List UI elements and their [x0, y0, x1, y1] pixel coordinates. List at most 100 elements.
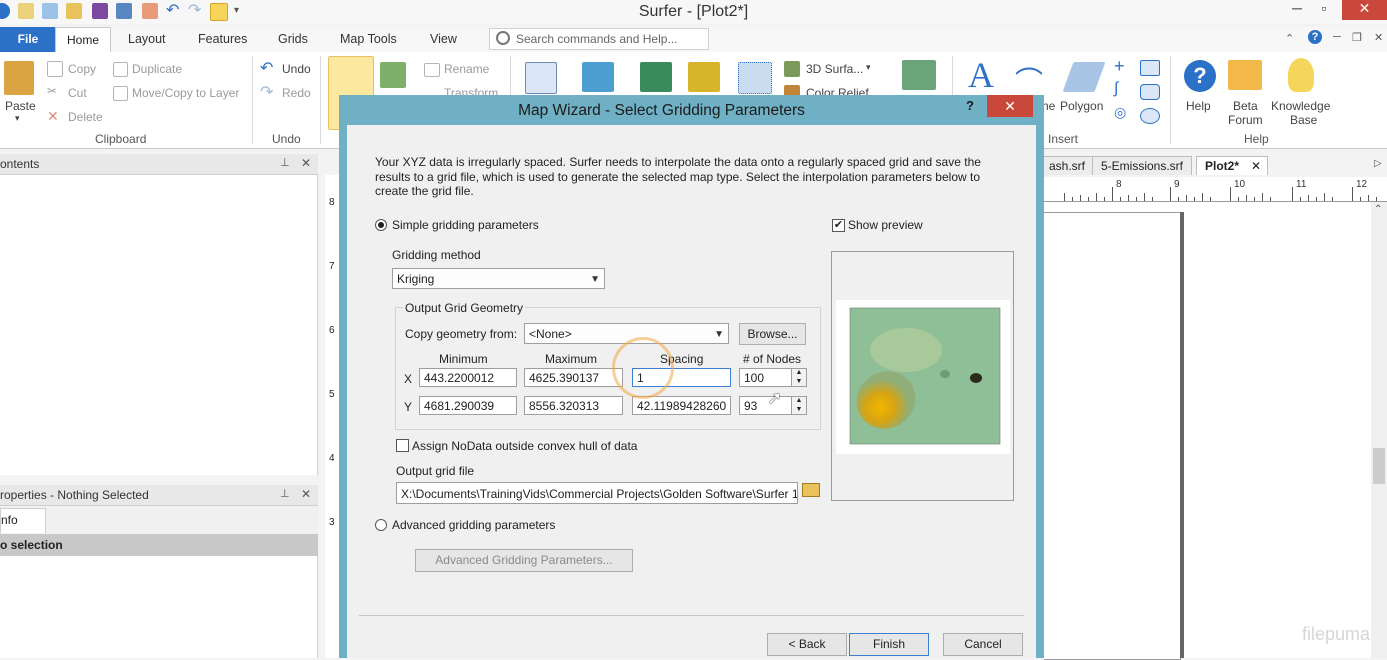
y-maximum-input[interactable]: 8556.320313: [524, 396, 623, 415]
knowledge-base-button-line2[interactable]: Base: [1290, 113, 1317, 127]
surface-3d-button[interactable]: 3D Surfa...: [806, 62, 863, 76]
delete-button[interactable]: Delete: [68, 110, 103, 124]
gridding-method-select[interactable]: Kriging ▼: [392, 268, 605, 289]
polyline-icon[interactable]: ⌒: [1015, 60, 1043, 100]
worksheet-grid-icon[interactable]: [525, 62, 557, 94]
paste-dropdown-icon[interactable]: ▾: [15, 113, 20, 124]
tab-view[interactable]: View: [430, 32, 457, 46]
browse-button[interactable]: Browse...: [739, 323, 806, 345]
x-nodes-stepper[interactable]: 100 ▲ ▼: [739, 368, 807, 387]
pin-icon[interactable]: ⊥: [280, 487, 290, 500]
redo-button[interactable]: Redo: [282, 86, 311, 100]
doc-tab-ash[interactable]: ash.srf: [1040, 156, 1095, 175]
scroll-up-icon[interactable]: ⌃: [1374, 204, 1382, 215]
y-minimum-input[interactable]: 4681.290039: [419, 396, 517, 415]
color-map-icon[interactable]: [688, 62, 720, 92]
plot-canvas[interactable]: [1044, 202, 1371, 660]
rename-button[interactable]: Rename: [444, 62, 489, 76]
info-tab[interactable]: nfo: [0, 508, 46, 533]
advanced-gridding-radio[interactable]: [375, 519, 387, 531]
rounded-rectangle-icon[interactable]: [1140, 84, 1160, 100]
close-tab-icon[interactable]: ✕: [1251, 157, 1261, 175]
duplicate-button[interactable]: Duplicate: [132, 62, 182, 76]
ellipse-icon[interactable]: ◎: [1114, 104, 1126, 121]
simple-gridding-radio[interactable]: [375, 219, 387, 231]
redo-icon[interactable]: ↷: [260, 82, 273, 102]
open-folder-icon[interactable]: [802, 483, 820, 497]
copy-icon[interactable]: [47, 61, 63, 77]
move-copy-button[interactable]: Move/Copy to Layer: [132, 86, 239, 100]
nodes-spin-icon[interactable]: ▲ ▼: [791, 369, 806, 386]
output-grid-file-input[interactable]: X:\Documents\TrainingVids\Commercial Pro…: [396, 482, 798, 504]
layers-add-icon[interactable]: [902, 60, 936, 90]
rectangle-icon[interactable]: [1140, 60, 1160, 76]
cut-button[interactable]: Cut: [68, 86, 87, 100]
tab-home[interactable]: Home: [55, 27, 111, 53]
help-circle-icon[interactable]: ?: [1308, 30, 1322, 44]
knowledge-base-button[interactable]: Knowledge: [1271, 99, 1330, 113]
maximize-button[interactable]: ▫: [1307, 0, 1341, 20]
surface-3d-dropdown-icon[interactable]: ▾: [866, 62, 871, 73]
y-spacing-input[interactable]: 42.11989428260: [632, 396, 731, 415]
vertical-scrollbar[interactable]: ⌃: [1371, 202, 1387, 658]
paste-icon[interactable]: [4, 61, 34, 95]
contents-tree[interactable]: [0, 175, 318, 475]
polygon-icon[interactable]: [1062, 62, 1106, 92]
duplicate-icon[interactable]: [113, 62, 128, 77]
symbol-plus-icon[interactable]: +: [1114, 56, 1125, 77]
tab-layout[interactable]: Layout: [128, 32, 166, 46]
base-map-icon[interactable]: [640, 62, 672, 92]
spline-icon[interactable]: ∫: [1114, 80, 1118, 98]
scroll-thumb[interactable]: [1373, 448, 1385, 484]
beta-forum-icon[interactable]: [1228, 60, 1262, 90]
finish-button[interactable]: Finish: [849, 633, 929, 656]
help-button[interactable]: Help: [1186, 99, 1211, 113]
cut-icon[interactable]: ✂: [47, 84, 57, 98]
x-maximum-input[interactable]: 4625.390137: [524, 368, 623, 387]
lightbulb-knowledge-icon[interactable]: [1288, 58, 1314, 92]
show-preview-checkbox[interactable]: ✔: [832, 219, 845, 232]
polyline-button[interactable]: ne: [1042, 99, 1055, 113]
doc-close-icon[interactable]: ✕: [1374, 31, 1383, 44]
contour-map-icon[interactable]: [582, 62, 614, 92]
search-commands-input[interactable]: Search commands and Help...: [489, 28, 709, 50]
tab-scroll-right-icon[interactable]: ▷: [1374, 158, 1382, 169]
delete-icon[interactable]: ✕: [47, 108, 59, 125]
beta-forum-button-line2[interactable]: Forum: [1228, 113, 1263, 127]
undo-icon[interactable]: ↶: [260, 58, 273, 78]
doc-minimize-icon[interactable]: ─: [1333, 31, 1341, 43]
polygon-button[interactable]: Polygon: [1060, 99, 1103, 113]
surface-3d-icon[interactable]: [784, 61, 800, 77]
nodes-spin-icon[interactable]: ▲ ▼: [791, 397, 806, 414]
doc-tab-plot2[interactable]: Plot2* ✕: [1196, 156, 1269, 175]
tab-features[interactable]: Features: [198, 32, 247, 46]
cancel-button[interactable]: Cancel: [943, 633, 1023, 656]
tab-map-tools[interactable]: Map Tools: [340, 32, 397, 46]
advanced-gridding-parameters-button[interactable]: Advanced Gridding Parameters...: [415, 549, 633, 572]
tab-grids[interactable]: Grids: [278, 32, 308, 46]
move-copy-icon[interactable]: [113, 86, 128, 101]
close-window-button[interactable]: ✕: [1342, 0, 1387, 20]
assign-nodata-checkbox[interactable]: [396, 439, 409, 452]
post-map-icon[interactable]: [738, 62, 772, 94]
pin-icon[interactable]: ⊥: [280, 156, 290, 169]
group-select-icon[interactable]: [380, 62, 406, 88]
doc-restore-icon[interactable]: ❐: [1352, 31, 1362, 44]
text-icon[interactable]: A: [968, 54, 994, 96]
file-tab[interactable]: File: [0, 27, 56, 52]
close-pane-icon[interactable]: ✕: [301, 156, 311, 170]
dialog-close-button[interactable]: ✕: [987, 95, 1033, 117]
beta-forum-button[interactable]: Beta: [1233, 99, 1258, 113]
collapse-ribbon-icon[interactable]: ⌃: [1285, 32, 1294, 45]
close-pane-icon[interactable]: ✕: [301, 487, 311, 501]
dialog-help-button[interactable]: ?: [966, 98, 974, 113]
help-icon[interactable]: ?: [1184, 60, 1216, 92]
rename-icon[interactable]: [424, 63, 440, 77]
doc-tab-emissions[interactable]: 5-Emissions.srf: [1092, 156, 1193, 175]
undo-button[interactable]: Undo: [282, 62, 311, 76]
x-minimum-input[interactable]: 443.2200012: [419, 368, 517, 387]
ellipse-shape-icon[interactable]: [1140, 108, 1160, 124]
copy-button[interactable]: Copy: [68, 62, 96, 76]
paste-button[interactable]: Paste: [5, 99, 36, 113]
back-button[interactable]: < Back: [767, 633, 847, 656]
